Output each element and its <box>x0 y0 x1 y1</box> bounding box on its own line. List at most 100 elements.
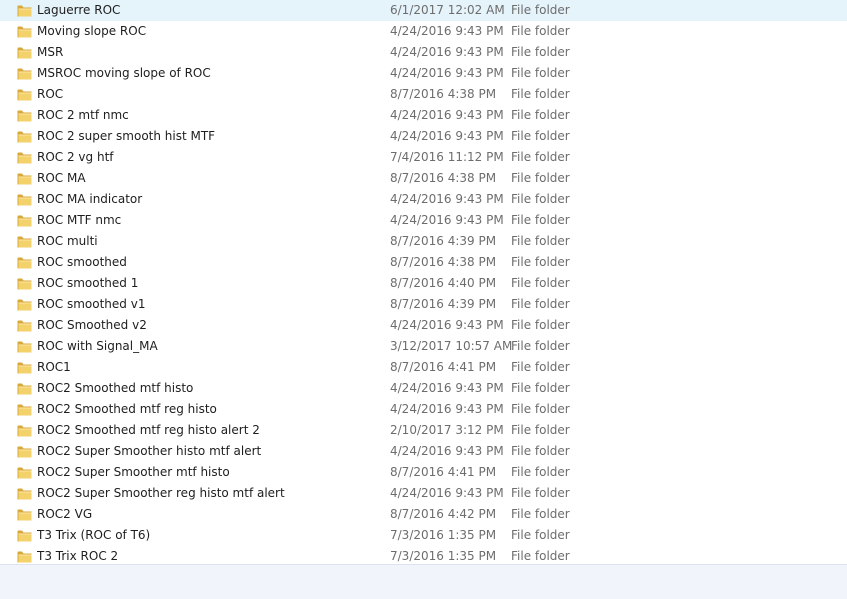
file-row[interactable]: ROC2 Smoothed mtf reg histo alert 2 2/10… <box>0 420 847 441</box>
file-name: MSR <box>37 45 64 59</box>
file-type: File folder <box>511 423 570 437</box>
file-row[interactable]: ROC 8/7/2016 4:38 PM File folder <box>0 84 847 105</box>
folder-icon <box>17 278 32 290</box>
file-type: File folder <box>511 528 570 542</box>
file-date-modified: 4/24/2016 9:43 PM <box>390 444 504 458</box>
file-name: ROC 2 mtf nmc <box>37 108 129 122</box>
file-name: ROC smoothed v1 <box>37 297 146 311</box>
file-row[interactable]: Moving slope ROC 4/24/2016 9:43 PM File … <box>0 21 847 42</box>
file-date-modified: 8/7/2016 4:38 PM <box>390 87 497 101</box>
file-date-modified: 4/24/2016 9:43 PM <box>390 318 504 332</box>
file-date-modified: 8/7/2016 4:41 PM <box>390 465 497 479</box>
file-date-modified: 2/10/2017 3:12 PM <box>390 423 504 437</box>
file-type: File folder <box>511 297 570 311</box>
folder-icon <box>17 152 32 164</box>
file-date-modified: 4/24/2016 9:43 PM <box>390 213 504 227</box>
file-date-modified: 6/1/2017 12:02 AM <box>390 3 505 17</box>
file-date-modified: 4/24/2016 9:43 PM <box>390 486 504 500</box>
file-date-modified: 4/24/2016 9:43 PM <box>390 45 504 59</box>
file-type: File folder <box>511 507 570 521</box>
file-row[interactable]: ROC smoothed 1 8/7/2016 4:40 PM File fol… <box>0 273 847 294</box>
file-type: File folder <box>511 255 570 269</box>
file-type: File folder <box>511 234 570 248</box>
file-name: ROC smoothed 1 <box>37 276 139 290</box>
file-date-modified: 4/24/2016 9:43 PM <box>390 192 504 206</box>
file-row[interactable]: ROC2 Super Smoother mtf histo 8/7/2016 4… <box>0 462 847 483</box>
file-date-modified: 8/7/2016 4:41 PM <box>390 360 497 374</box>
file-name: ROC 2 vg htf <box>37 150 114 164</box>
file-name: ROC2 Super Smoother mtf histo <box>37 465 230 479</box>
file-row[interactable]: ROC smoothed v1 8/7/2016 4:39 PM File fo… <box>0 294 847 315</box>
file-name: ROC <box>37 87 64 101</box>
folder-icon <box>17 362 32 374</box>
file-row[interactable]: ROC 2 mtf nmc 4/24/2016 9:43 PM File fol… <box>0 105 847 126</box>
file-date-modified: 4/24/2016 9:43 PM <box>390 66 504 80</box>
file-name: ROC2 Super Smoother histo mtf alert <box>37 444 262 458</box>
file-date-modified: 7/3/2016 1:35 PM <box>390 549 497 563</box>
file-row[interactable]: ROC MA 8/7/2016 4:38 PM File folder <box>0 168 847 189</box>
file-row[interactable]: ROC2 Smoothed mtf histo 4/24/2016 9:43 P… <box>0 378 847 399</box>
folder-icon <box>17 467 32 479</box>
file-date-modified: 8/7/2016 4:38 PM <box>390 255 497 269</box>
file-row[interactable]: Laguerre ROC 6/1/2017 12:02 AM File fold… <box>0 0 847 21</box>
file-type: File folder <box>511 192 570 206</box>
file-type: File folder <box>511 402 570 416</box>
folder-icon <box>17 26 32 38</box>
file-type: File folder <box>511 465 570 479</box>
file-type: File folder <box>511 108 570 122</box>
file-name: ROC2 Super Smoother reg histo mtf alert <box>37 486 285 500</box>
file-type: File folder <box>511 24 570 38</box>
folder-icon <box>17 257 32 269</box>
file-row[interactable]: ROC with Signal_MA 3/12/2017 10:57 AM Fi… <box>0 336 847 357</box>
file-name: Moving slope ROC <box>37 24 147 38</box>
status-bar <box>0 564 847 599</box>
file-list: Laguerre ROC 6/1/2017 12:02 AM File fold… <box>0 0 847 564</box>
folder-icon <box>17 110 32 122</box>
file-row[interactable]: ROC smoothed 8/7/2016 4:38 PM File folde… <box>0 252 847 273</box>
file-name: ROC MTF nmc <box>37 213 122 227</box>
file-type: File folder <box>511 171 570 185</box>
file-name: T3 Trix (ROC of T6) <box>37 528 151 542</box>
file-row[interactable]: ROC2 Super Smoother histo mtf alert 4/24… <box>0 441 847 462</box>
file-row[interactable]: ROC2 Super Smoother reg histo mtf alert … <box>0 483 847 504</box>
file-row[interactable]: ROC MA indicator 4/24/2016 9:43 PM File … <box>0 189 847 210</box>
file-date-modified: 3/12/2017 10:57 AM <box>390 339 513 353</box>
folder-icon <box>17 299 32 311</box>
folder-icon <box>17 509 32 521</box>
file-type: File folder <box>511 339 570 353</box>
folder-icon <box>17 446 32 458</box>
file-date-modified: 4/24/2016 9:43 PM <box>390 24 504 38</box>
file-row[interactable]: ROC 2 vg htf 7/4/2016 11:12 PM File fold… <box>0 147 847 168</box>
file-row[interactable]: MSR 4/24/2016 9:43 PM File folder <box>0 42 847 63</box>
folder-icon <box>17 68 32 80</box>
file-type: File folder <box>511 360 570 374</box>
folder-icon <box>17 236 32 248</box>
file-name: ROC2 Smoothed mtf reg histo <box>37 402 217 416</box>
file-row[interactable]: T3 Trix (ROC of T6) 7/3/2016 1:35 PM Fil… <box>0 525 847 546</box>
file-type: File folder <box>511 3 570 17</box>
file-type: File folder <box>511 129 570 143</box>
file-row[interactable]: ROC1 8/7/2016 4:41 PM File folder <box>0 357 847 378</box>
file-date-modified: 7/4/2016 11:12 PM <box>390 150 504 164</box>
folder-icon <box>17 320 32 332</box>
file-row[interactable]: ROC Smoothed v2 4/24/2016 9:43 PM File f… <box>0 315 847 336</box>
file-type: File folder <box>511 318 570 332</box>
file-row[interactable]: ROC MTF nmc 4/24/2016 9:43 PM File folde… <box>0 210 847 231</box>
file-row[interactable]: MSROC moving slope of ROC 4/24/2016 9:43… <box>0 63 847 84</box>
folder-icon <box>17 404 32 416</box>
file-type: File folder <box>511 444 570 458</box>
file-name: MSROC moving slope of ROC <box>37 66 211 80</box>
file-row[interactable]: T3 Trix ROC 2 7/3/2016 1:35 PM File fold… <box>0 546 847 564</box>
file-type: File folder <box>511 45 570 59</box>
file-name: ROC MA <box>37 171 86 185</box>
file-type: File folder <box>511 87 570 101</box>
file-date-modified: 8/7/2016 4:42 PM <box>390 507 497 521</box>
file-row[interactable]: ROC 2 super smooth hist MTF 4/24/2016 9:… <box>0 126 847 147</box>
file-date-modified: 4/24/2016 9:43 PM <box>390 129 504 143</box>
file-name: ROC Smoothed v2 <box>37 318 147 332</box>
file-row[interactable]: ROC2 Smoothed mtf reg histo 4/24/2016 9:… <box>0 399 847 420</box>
file-date-modified: 8/7/2016 4:39 PM <box>390 234 497 248</box>
file-row[interactable]: ROC2 VG 8/7/2016 4:42 PM File folder <box>0 504 847 525</box>
file-row[interactable]: ROC multi 8/7/2016 4:39 PM File folder <box>0 231 847 252</box>
file-type: File folder <box>511 276 570 290</box>
